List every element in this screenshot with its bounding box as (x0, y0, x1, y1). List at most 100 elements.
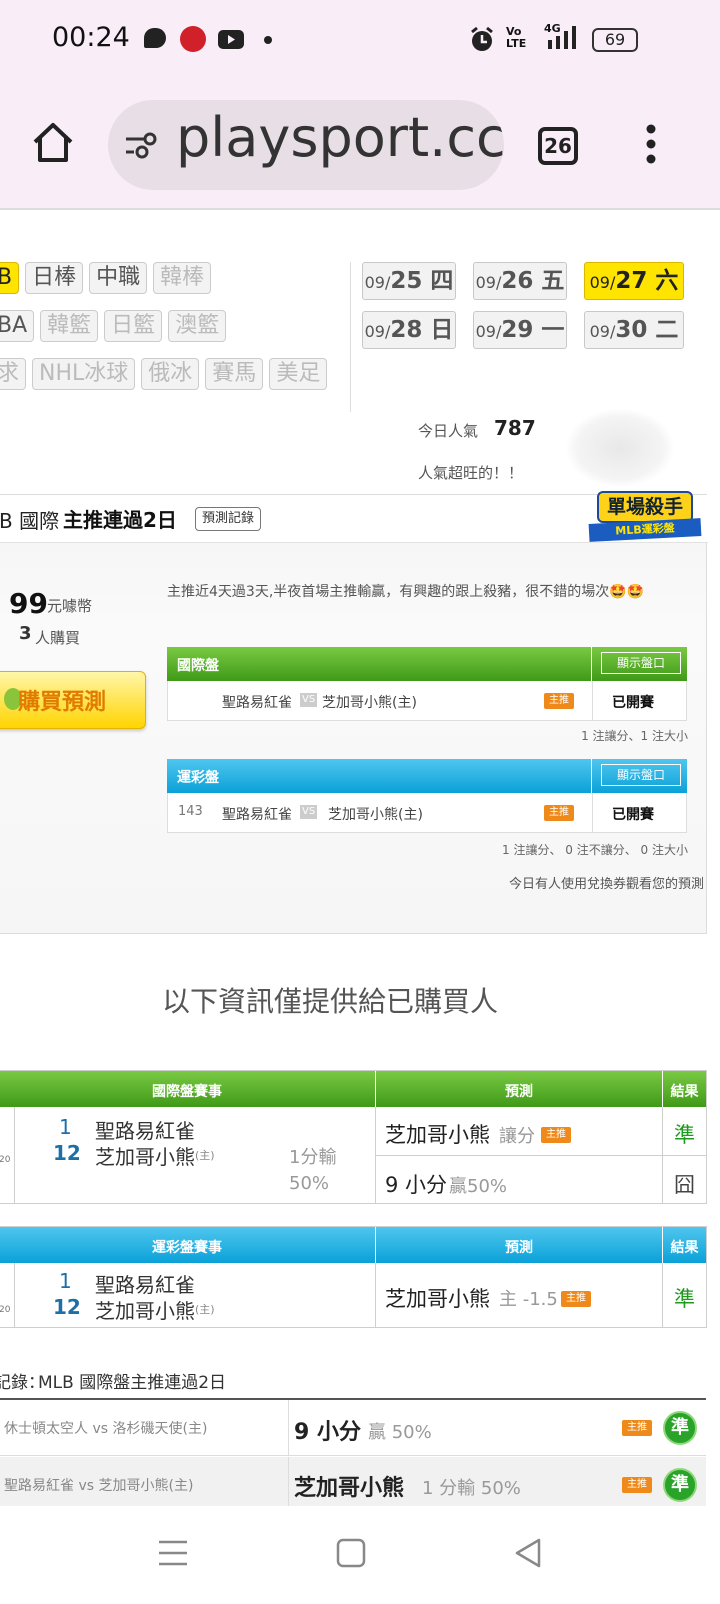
league-link[interactable]: 日棒 (25, 262, 84, 294)
result-win-badge: 準 (663, 1411, 697, 1445)
divider (592, 681, 593, 721)
game-status: 已開賽 (612, 695, 654, 711)
main-pick-tag: 主推 (622, 1420, 652, 1436)
system-nav-bar (0, 1506, 720, 1604)
date-month: 09/ (475, 322, 502, 341)
intl-market-title: 國際盤 (177, 658, 219, 674)
buyer-unit: 人購買 (35, 629, 81, 647)
main-pick-tag: 主推 (544, 693, 574, 709)
home-team: 芝加哥小熊 (95, 1299, 195, 1323)
intl-result-table: 國際盤賽事 預測 結果 20 1 聖路易紅雀 12 芝加哥小熊 (主) 1分輸 … (0, 1070, 707, 1204)
date-day: 29 一 (501, 317, 565, 343)
lottery-summary: 1 注讓分、 0 注不讓分、 0 注大小 (502, 843, 688, 857)
vs-icon: VS (300, 693, 318, 707)
show-odds-button[interactable]: 顯示盤口 (601, 764, 681, 786)
league-link[interactable]: 韓籃 (40, 310, 99, 342)
home-icon[interactable] (30, 120, 76, 170)
main-pick-tag: 主推 (561, 1291, 591, 1307)
time-column (0, 1263, 15, 1327)
back-icon[interactable] (514, 1537, 542, 1573)
buy-prediction-button[interactable]: 購買預測 (0, 671, 146, 729)
price-value: 99 (9, 587, 48, 620)
history-row: 聖路易紅雀 vs 芝加哥小熊(主) 芝加哥小熊 1 分輸 50% 主推 準 (0, 1457, 706, 1513)
home-marker: (主) (195, 1149, 215, 1162)
date-button-active[interactable]: 09/27 六 (584, 262, 684, 300)
divider (591, 759, 592, 793)
league-link-active[interactable]: B (0, 262, 20, 294)
volte-icon: Vo LTE (506, 25, 527, 50)
league-link[interactable]: BA (0, 310, 35, 342)
history-pick: 芝加哥小熊 (294, 1476, 405, 1501)
date-button[interactable]: 09/25 四 (362, 262, 456, 300)
intl-market-bar: 國際盤 顯示盤口 (167, 647, 687, 681)
lottery-game-row: 143 聖路易紅雀 VS 芝加哥小熊(主) 主推 已開賽 (167, 793, 687, 833)
more-options-icon[interactable] (644, 124, 658, 168)
popularity-label: 今日人氣 (418, 422, 479, 440)
home-team: 芝加哥小熊(主) (328, 807, 423, 823)
pick-team: 芝加哥小熊 (385, 1287, 490, 1311)
battery-icon: 69 (592, 28, 638, 52)
away-team: 聖路易紅雀 (95, 1273, 195, 1297)
away-team: 聖路易紅雀 (222, 807, 292, 823)
away-team: 聖路易紅雀 (95, 1119, 195, 1143)
buy-button-label: 購買預測 (18, 690, 107, 715)
lottery-result-table: 運彩盤賽事 預測 結果 20 1 聖路易紅雀 12 芝加哥小熊 (主) 芝加哥小… (0, 1226, 707, 1328)
intl-game-row: 聖路易紅雀 VS 芝加哥小熊(主) 主推 已開賽 (167, 681, 687, 721)
lottery-market-title: 運彩盤 (177, 770, 219, 786)
league-link[interactable]: NHL冰球 (32, 358, 136, 390)
league-link[interactable]: 澳籃 (168, 310, 227, 342)
home-nav-icon[interactable] (336, 1538, 366, 1572)
tab-switcher-button[interactable]: 26 (538, 127, 578, 165)
league-link[interactable]: 求 (0, 358, 27, 390)
home-team: 芝加哥小熊(主) (322, 695, 417, 711)
pick-type: 讓分 (499, 1126, 535, 1147)
history-row: 休士頓太空人 vs 洛杉磯天使(主) 9 小分 贏 50% 主推 準 (0, 1400, 706, 1456)
game-outcome: 1分輸 50% (289, 1147, 337, 1194)
clock: 00:24 (52, 22, 130, 53)
date-month: 09/ (364, 322, 391, 341)
header-game: 運彩盤賽事 (152, 1240, 222, 1256)
pick-total-detail: 贏50% (449, 1176, 508, 1197)
show-odds-button[interactable]: 顯示盤口 (601, 652, 681, 674)
header-game: 國際盤賽事 (152, 1084, 222, 1100)
away-team: 聖路易紅雀 (222, 695, 292, 711)
date-button[interactable]: 09/30 二 (584, 311, 684, 349)
home-team: 芝加哥小熊 (95, 1145, 195, 1169)
league-row-3: 求 NHL冰球 俄冰 賽馬 美足 (0, 358, 335, 390)
lottery-market-bar: 運彩盤 顯示盤口 (167, 759, 687, 793)
history-game: 休士頓太空人 vs 洛杉磯天使(主) (4, 1421, 208, 1437)
date-month: 09/ (364, 273, 391, 292)
home-score: 12 (53, 1141, 81, 1165)
notification-dot-icon (264, 36, 272, 44)
intl-summary: 1 注讓分、1 注大小 (581, 729, 688, 743)
away-score: 1 (59, 1115, 72, 1139)
date-month: 09/ (475, 273, 502, 292)
result-lose: 囧 (674, 1173, 695, 1197)
league-link[interactable]: 賽馬 (205, 358, 264, 390)
league-row-2: BA 韓籃 日籃 澳籃 (0, 310, 335, 342)
popularity-note: 人氣超旺的！！ (418, 464, 524, 482)
popularity-count: 787 (494, 416, 536, 440)
history-pick: 9 小分 (294, 1420, 361, 1445)
result-win-badge: 準 (663, 1468, 697, 1502)
history-title: MLB 國際盤主推連過2日 (38, 1373, 227, 1393)
date-day: 28 日 (390, 317, 454, 343)
vs-icon: VS (300, 805, 318, 819)
result-win: 準 (674, 1123, 695, 1147)
league-nav: B 日棒 中職 韓棒 BA 韓籃 日籃 澳籃 求 NHL冰球 俄冰 賽馬 美足 (0, 262, 335, 402)
date-button[interactable]: 09/26 五 (473, 262, 567, 300)
league-link[interactable]: 日籃 (104, 310, 163, 342)
site-settings-icon[interactable] (124, 130, 160, 164)
record-button[interactable]: 預測記錄 (195, 507, 262, 531)
league-link[interactable]: 美足 (269, 358, 328, 390)
date-day: 25 四 (390, 268, 454, 294)
league-link[interactable]: 中職 (89, 262, 148, 294)
app-red-icon (180, 26, 206, 52)
league-link[interactable]: 韓棒 (153, 262, 212, 294)
date-button[interactable]: 09/28 日 (362, 311, 456, 349)
league-link[interactable]: 俄冰 (141, 358, 200, 390)
date-button[interactable]: 09/29 一 (473, 311, 567, 349)
recent-apps-icon[interactable] (158, 1538, 188, 1572)
url-bar[interactable]: playsport.cc (108, 100, 504, 190)
away-score: 1 (59, 1269, 72, 1293)
